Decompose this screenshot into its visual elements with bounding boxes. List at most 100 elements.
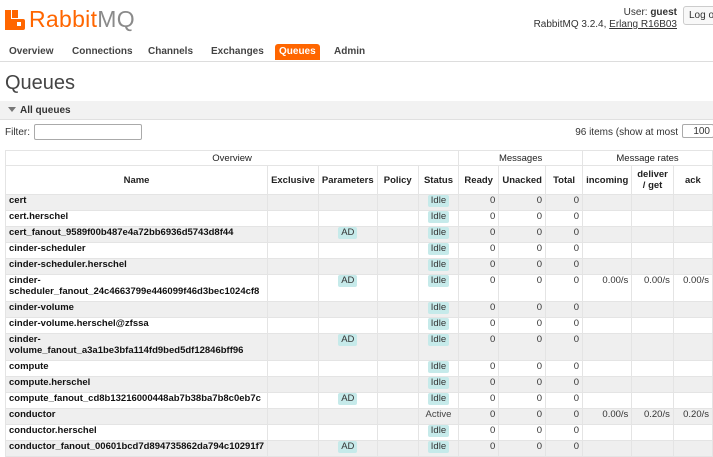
status-badge: Active — [425, 409, 452, 421]
policy-cell — [376, 392, 419, 409]
section-label: All queues — [20, 105, 71, 116]
tab-queues[interactable]: Queues — [275, 44, 320, 60]
status-badge: Idle — [427, 302, 450, 314]
col-parameters[interactable]: Parameters — [317, 165, 378, 195]
policy-cell — [376, 376, 419, 393]
exclusive-cell — [267, 317, 319, 334]
version-info: RabbitMQ 3.2.4, Erlang R16B03 — [534, 19, 677, 30]
queue-name[interactable]: compute_fanout_cd8b13216000448ab7b38ba7b… — [4, 392, 269, 409]
tab-channels[interactable]: Channels — [144, 44, 197, 60]
ready-cell: 0 — [458, 408, 500, 425]
parameters-cell: AD — [317, 274, 378, 302]
ack-rate-cell: 0.00/s — [672, 274, 713, 302]
status-badge: Idle — [427, 334, 450, 346]
logout-button[interactable]: Log out — [683, 6, 713, 25]
table-row[interactable]: cert_fanout_9589f00b487e4a72bb6936d5743d… — [4, 226, 713, 243]
ready-cell: 0 — [458, 274, 500, 302]
queue-name[interactable]: cinder-scheduler_fanout_24c4663799e44609… — [4, 274, 269, 302]
col-policy[interactable]: Policy — [376, 165, 419, 195]
queue-name[interactable]: cert.herschel — [4, 210, 269, 227]
table-row[interactable]: cinder-scheduler.herschel Idle 0 0 0 — [4, 258, 713, 275]
col-status[interactable]: Status — [417, 165, 460, 195]
col-total[interactable]: Total — [545, 165, 584, 195]
deliver-rate-cell: 0.00/s — [631, 274, 674, 302]
status-cell: Idle — [417, 440, 460, 457]
table-row[interactable]: conductor_fanout_00601bcd7d894735862da79… — [4, 440, 713, 457]
parameters-cell: AD — [317, 440, 378, 457]
table-row[interactable]: cinder-volume.herschel@zfssa Idle 0 0 0 — [4, 317, 713, 334]
deliver-rate-cell — [631, 392, 674, 409]
exclusive-cell — [267, 333, 319, 361]
exclusive-cell — [267, 274, 319, 302]
status-cell: Idle — [417, 226, 460, 243]
policy-cell — [376, 360, 419, 377]
table-row[interactable]: conductor Active 0 0 0 0.00/s 0.20/s 0.20/s — [4, 408, 713, 425]
table-row[interactable]: conductor.herschel Idle 0 0 0 — [4, 424, 713, 441]
incoming-rate-cell — [582, 392, 633, 409]
unacked-cell: 0 — [498, 440, 547, 457]
status-cell: Idle — [417, 360, 460, 377]
parameters-cell — [317, 194, 378, 211]
queue-name[interactable]: compute.herschel — [4, 376, 269, 393]
total-cell: 0 — [545, 226, 584, 243]
tab-exchanges[interactable]: Exchanges — [207, 44, 268, 60]
table-row[interactable]: cert Idle 0 0 0 — [4, 194, 713, 211]
col-unacked[interactable]: Unacked — [498, 165, 547, 195]
tab-admin[interactable]: Admin — [330, 44, 369, 60]
exclusive-cell — [267, 440, 319, 457]
col-ack[interactable]: ack — [672, 165, 713, 195]
table-row[interactable]: cinder-scheduler_fanout_24c4663799e44609… — [4, 274, 713, 302]
queue-name[interactable]: compute — [4, 360, 269, 377]
table-row[interactable]: cinder-volume_fanout_a3a1be3bfa114fd9bed… — [4, 333, 713, 361]
queue-name[interactable]: cinder-volume.herschel@zfssa — [4, 317, 269, 334]
queue-name[interactable]: cinder-volume — [4, 301, 269, 318]
queue-name[interactable]: conductor — [4, 408, 269, 425]
filter-input[interactable] — [34, 124, 142, 140]
tab-overview[interactable]: Overview — [5, 44, 57, 60]
table-row[interactable]: cinder-volume Idle 0 0 0 — [4, 301, 713, 318]
col-exclusive[interactable]: Exclusive — [267, 165, 319, 195]
queue-name[interactable]: cinder-scheduler.herschel — [4, 258, 269, 275]
all-queues-section-toggle[interactable]: All queues — [0, 101, 713, 120]
queue-name[interactable]: cert_fanout_9589f00b487e4a72bb6936d5743d… — [4, 226, 269, 243]
queue-name[interactable]: cinder-volume_fanout_a3a1be3bfa114fd9bed… — [4, 333, 269, 361]
status-badge: Idle — [427, 425, 450, 437]
page-size-input[interactable]: 100 — [682, 124, 713, 138]
incoming-rate-cell — [582, 440, 633, 457]
queue-name[interactable]: cinder-scheduler — [4, 242, 269, 259]
total-cell: 0 — [545, 210, 584, 227]
policy-cell — [376, 301, 419, 318]
auto-delete-badge: AD — [338, 227, 358, 239]
table-row[interactable]: cert.herschel Idle 0 0 0 — [4, 210, 713, 227]
erlang-link[interactable]: Erlang R16B03 — [609, 19, 677, 30]
table-row[interactable]: cinder-scheduler Idle 0 0 0 — [4, 242, 713, 259]
col-ready[interactable]: Ready — [458, 165, 500, 195]
exclusive-cell — [267, 392, 319, 409]
page-title: Queues — [5, 72, 76, 94]
col-incoming[interactable]: incoming — [582, 165, 633, 195]
tab-connections[interactable]: Connections — [68, 44, 137, 60]
table-row[interactable]: compute_fanout_cd8b13216000448ab7b38ba7b… — [4, 392, 713, 409]
deliver-rate-cell — [631, 317, 674, 334]
deliver-rate-cell — [631, 258, 674, 275]
col-deliver-get[interactable]: deliver / get — [631, 165, 674, 195]
queue-name[interactable]: conductor_fanout_00601bcd7d894735862da79… — [4, 440, 269, 457]
table-row[interactable]: compute Idle 0 0 0 — [4, 360, 713, 377]
unacked-cell: 0 — [498, 408, 547, 425]
auto-delete-badge: AD — [338, 275, 358, 287]
status-cell: Idle — [417, 210, 460, 227]
table-row[interactable]: compute.herschel Idle 0 0 0 — [4, 376, 713, 393]
queue-name[interactable]: conductor.herschel — [4, 424, 269, 441]
ack-rate-cell — [672, 194, 713, 211]
total-cell: 0 — [545, 376, 584, 393]
deliver-rate-cell — [631, 440, 674, 457]
total-cell: 0 — [545, 408, 584, 425]
col-name[interactable]: Name — [4, 165, 269, 195]
queue-name[interactable]: cert — [4, 194, 269, 211]
ready-cell: 0 — [458, 376, 500, 393]
rabbitmq-logo[interactable]: RabbitMQ — [5, 6, 135, 33]
ack-rate-cell — [672, 317, 713, 334]
ack-rate-cell — [672, 210, 713, 227]
policy-cell — [376, 333, 419, 361]
total-cell: 0 — [545, 301, 584, 318]
